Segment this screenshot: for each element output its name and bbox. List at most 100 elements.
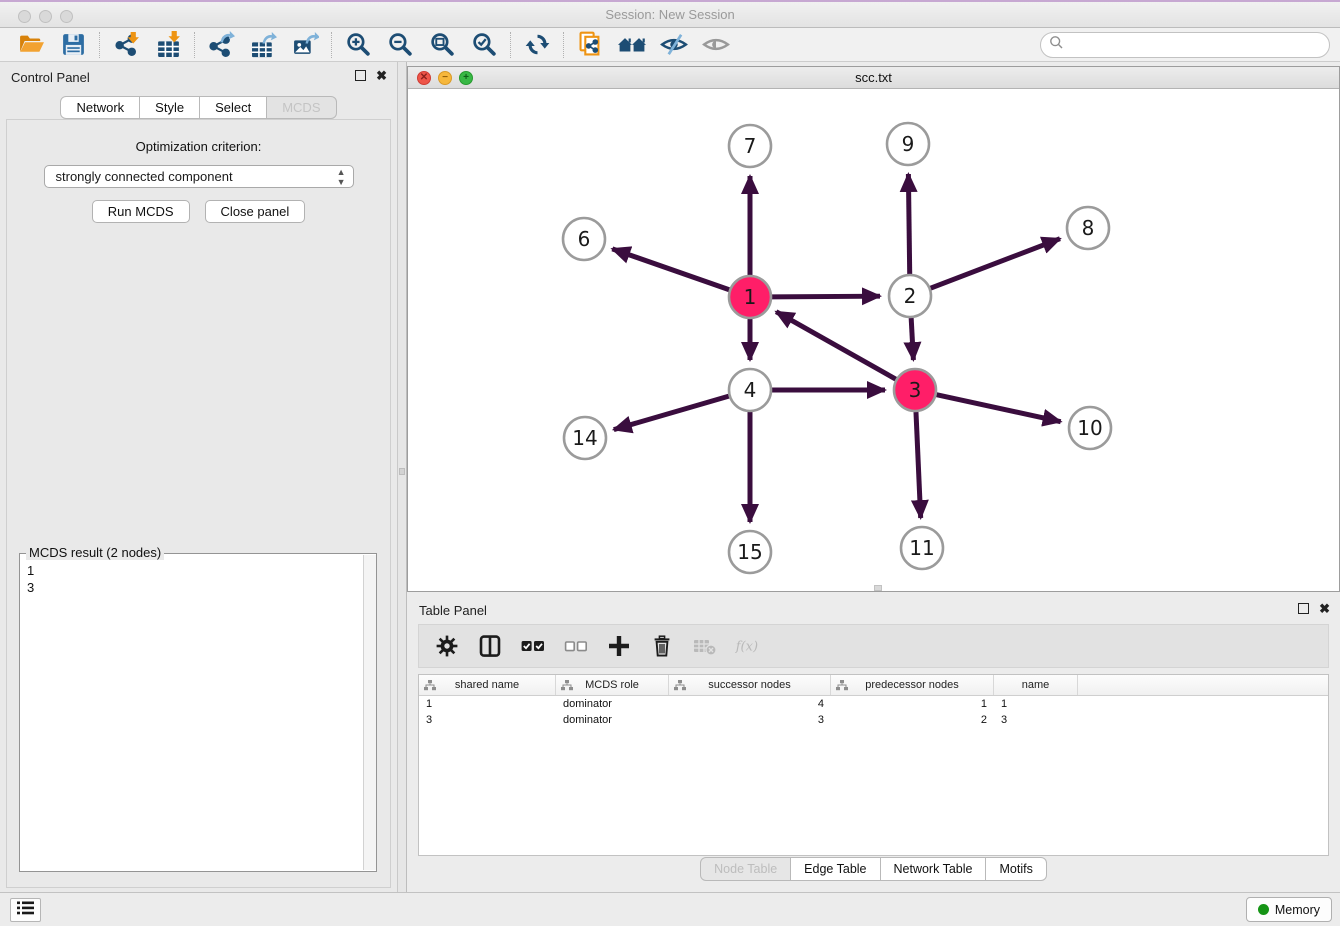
close-panel-button[interactable]: Close panel	[205, 200, 306, 223]
columns-icon[interactable]	[477, 633, 503, 659]
svg-text:3: 3	[909, 378, 922, 402]
refresh-icon[interactable]	[516, 30, 558, 60]
table-cell[interactable]: 3	[994, 712, 1078, 728]
column-header-shared-name[interactable]: shared name	[419, 675, 556, 695]
import-table-icon[interactable]	[147, 30, 189, 60]
network-close-icon[interactable]: ✕	[417, 71, 431, 85]
graph-node-10[interactable]: 10	[1069, 407, 1111, 449]
edge-2-9[interactable]	[908, 174, 909, 274]
graph-node-15[interactable]: 15	[729, 531, 771, 573]
table-panel: Table Panel ✖ f(x) shared nameMCDS roles…	[407, 594, 1340, 888]
graph-node-8[interactable]: 8	[1067, 207, 1109, 249]
edge-3-10[interactable]	[936, 395, 1060, 422]
graph-node-6[interactable]: 6	[563, 218, 605, 260]
task-history-button[interactable]	[10, 898, 41, 922]
node-table[interactable]: shared nameMCDS rolesuccessor nodesprede…	[418, 674, 1329, 856]
tab-style[interactable]: Style	[140, 96, 200, 119]
criterion-dropdown[interactable]: strongly connected component ▲▼	[44, 165, 354, 188]
network-minimize-icon[interactable]: −	[438, 71, 452, 85]
home-icon[interactable]	[611, 30, 653, 60]
edge-3-11[interactable]	[916, 412, 921, 518]
graph-node-3[interactable]: 3	[894, 369, 936, 411]
select-all-icon[interactable]	[520, 633, 546, 659]
table-cell[interactable]: 4	[669, 696, 831, 712]
column-header-successor-nodes[interactable]: successor nodes	[669, 675, 831, 695]
close-table-panel-icon[interactable]: ✖	[1319, 603, 1330, 614]
show-eye-icon[interactable]	[695, 30, 737, 60]
search-box[interactable]	[1040, 32, 1330, 58]
graph-node-9[interactable]: 9	[887, 123, 929, 165]
column-header-MCDS-role[interactable]: MCDS role	[556, 675, 669, 695]
memory-button[interactable]: Memory	[1246, 897, 1332, 922]
table-cell[interactable]: dominator	[556, 712, 669, 728]
tab-motifs[interactable]: Motifs	[986, 857, 1046, 881]
network-window-titlebar[interactable]: ✕ − + scc.txt	[408, 67, 1339, 89]
table-row[interactable]: 3dominator323	[419, 712, 1328, 728]
float-table-panel-icon[interactable]	[1298, 603, 1309, 614]
gear-icon[interactable]	[434, 633, 460, 659]
export-image-icon[interactable]	[284, 30, 326, 60]
vertical-splitter[interactable]	[397, 62, 407, 892]
run-mcds-button[interactable]: Run MCDS	[92, 200, 190, 223]
export-network-icon[interactable]	[200, 30, 242, 60]
table-cell[interactable]: 2	[831, 712, 994, 728]
zoom-fit-icon[interactable]	[421, 30, 463, 60]
tab-network[interactable]: Network	[60, 96, 140, 119]
column-header-predecessor-nodes[interactable]: predecessor nodes	[831, 675, 994, 695]
table-tabs: Node TableEdge TableNetwork TableMotifs	[407, 857, 1340, 881]
close-panel-icon[interactable]: ✖	[376, 70, 387, 81]
minimize-window-icon[interactable]	[39, 10, 52, 23]
tab-edge-table[interactable]: Edge Table	[791, 857, 880, 881]
save-session-icon[interactable]	[52, 30, 94, 60]
deselect-all-icon[interactable]	[563, 633, 589, 659]
network-maximize-icon[interactable]: +	[459, 71, 473, 85]
edge-4-14[interactable]	[614, 396, 729, 429]
table-cell[interactable]: 1	[994, 696, 1078, 712]
result-scrollbar[interactable]	[363, 555, 376, 870]
edge-1-2[interactable]	[772, 296, 880, 297]
tab-node-table[interactable]: Node Table	[700, 857, 791, 881]
edge-1-6[interactable]	[612, 249, 729, 290]
table-row[interactable]: 1dominator411	[419, 696, 1328, 712]
edge-2-8[interactable]	[931, 239, 1060, 288]
open-session-icon[interactable]	[10, 30, 52, 60]
delete-icon[interactable]	[649, 633, 675, 659]
column-header-name[interactable]: name	[994, 675, 1078, 695]
table-cell[interactable]: 3	[419, 712, 556, 728]
graph-node-7[interactable]: 7	[729, 125, 771, 167]
table-cell[interactable]: dominator	[556, 696, 669, 712]
tab-network-table[interactable]: Network Table	[881, 857, 987, 881]
add-icon[interactable]	[606, 633, 632, 659]
network-file-icon[interactable]	[569, 30, 611, 60]
svg-text:10: 10	[1077, 416, 1102, 440]
toolbar-separator	[563, 32, 564, 58]
graph-node-4[interactable]: 4	[729, 369, 771, 411]
float-panel-icon[interactable]	[355, 70, 366, 81]
tab-select[interactable]: Select	[200, 96, 267, 119]
table-cell[interactable]: 1	[419, 696, 556, 712]
export-table-icon[interactable]	[242, 30, 284, 60]
graph-node-2[interactable]: 2	[889, 275, 931, 317]
graph-node-1[interactable]: 1	[729, 276, 771, 318]
edge-3-1[interactable]	[776, 312, 896, 379]
table-cell[interactable]: 1	[831, 696, 994, 712]
network-resize-handle[interactable]	[874, 585, 882, 591]
table-toolbar: f(x)	[418, 624, 1329, 668]
hide-eye-icon[interactable]	[653, 30, 695, 60]
table-cell[interactable]: 3	[669, 712, 831, 728]
network-canvas[interactable]: 7 9 6 8 1 2 4 3 14 10 15 11	[408, 89, 1339, 591]
zoom-out-icon[interactable]	[379, 30, 421, 60]
search-input[interactable]	[1064, 35, 1329, 55]
zoom-selected-icon[interactable]	[463, 30, 505, 60]
edge-2-3[interactable]	[911, 318, 913, 360]
splitter-handle-icon[interactable]	[399, 468, 405, 475]
tab-mcds[interactable]: MCDS	[267, 96, 336, 119]
zoom-window-icon[interactable]	[60, 10, 73, 23]
close-window-icon[interactable]	[18, 10, 31, 23]
mcds-result-list[interactable]: 13	[20, 554, 376, 604]
window-controls[interactable]	[18, 10, 73, 23]
zoom-in-icon[interactable]	[337, 30, 379, 60]
graph-node-14[interactable]: 14	[564, 417, 606, 459]
import-network-icon[interactable]	[105, 30, 147, 60]
graph-node-11[interactable]: 11	[901, 527, 943, 569]
